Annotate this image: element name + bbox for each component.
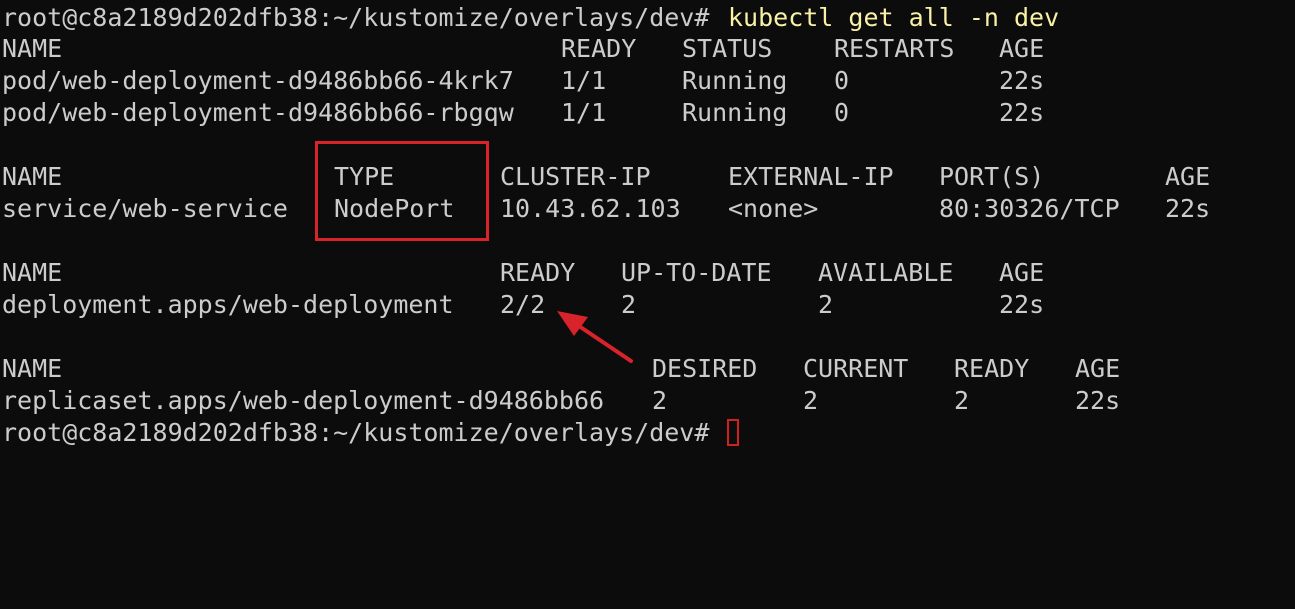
- terminal-window[interactable]: root@c8a2189d202dfb38:~/kustomize/overla…: [0, 0, 1295, 457]
- annotation-arrow: [557, 311, 633, 363]
